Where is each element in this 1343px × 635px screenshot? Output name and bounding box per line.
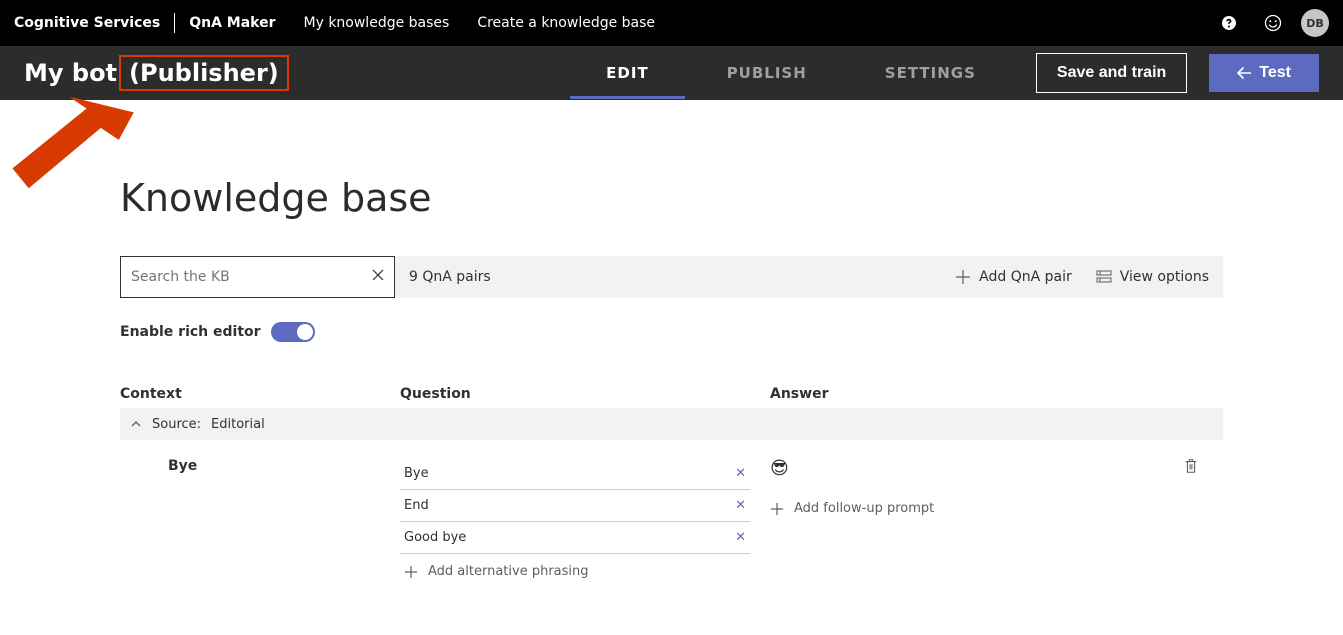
plus-icon [955, 269, 971, 285]
global-header: Cognitive Services QnA Maker My knowledg… [0, 0, 1343, 46]
delete-icon[interactable] [1183, 458, 1199, 474]
question-text: End [404, 498, 429, 513]
search-input[interactable] [131, 269, 372, 285]
question-item[interactable]: End ✕ [400, 490, 750, 522]
tab-settings[interactable]: SETTINGS [885, 48, 976, 98]
save-and-train-button[interactable]: Save and train [1036, 53, 1187, 93]
view-options-label: View options [1120, 269, 1209, 285]
nav-my-kbs[interactable]: My knowledge bases [304, 15, 450, 31]
view-options-icon [1096, 269, 1112, 285]
question-item[interactable]: Bye ✕ [400, 458, 750, 490]
plus-icon [770, 502, 784, 516]
test-button-label: Test [1259, 64, 1291, 82]
column-header-answer: Answer [770, 386, 1223, 402]
remove-question-icon[interactable]: ✕ [735, 466, 746, 481]
question-item[interactable]: Good bye ✕ [400, 522, 750, 554]
search-input-wrapper [120, 256, 395, 298]
pair-count-label: 9 QnA pairs [409, 269, 491, 285]
context-cell: Bye [120, 458, 400, 589]
question-text: Good bye [404, 530, 466, 545]
help-icon[interactable] [1207, 1, 1251, 45]
add-qna-pair-label: Add QnA pair [979, 269, 1072, 285]
chevron-up-icon [130, 418, 142, 430]
remove-question-icon[interactable]: ✕ [735, 498, 746, 513]
add-qna-pair-button[interactable]: Add QnA pair [955, 269, 1072, 285]
question-text: Bye [404, 466, 429, 481]
remove-question-icon[interactable]: ✕ [735, 530, 746, 545]
plus-icon [404, 565, 418, 579]
kb-name: My bot [24, 59, 117, 87]
source-row[interactable]: Source: Editorial [120, 408, 1223, 440]
qna-row: Bye Bye ✕ End ✕ Good bye ✕ [120, 440, 1223, 589]
question-cell: Bye ✕ End ✕ Good bye ✕ Add alternative p… [400, 458, 770, 589]
tab-publish[interactable]: PUBLISH [727, 48, 807, 98]
answer-content: 😎 [770, 458, 1183, 479]
user-avatar[interactable]: DB [1301, 9, 1329, 37]
nav-create-kb[interactable]: Create a knowledge base [477, 15, 655, 31]
add-alternative-phrasing-button[interactable]: Add alternative phrasing [400, 554, 770, 589]
main-content: Knowledge base 9 QnA pairs Add QnA pair … [0, 176, 1343, 589]
kb-toolbar: 9 QnA pairs Add QnA pair View options [120, 256, 1223, 298]
feedback-smile-icon[interactable] [1251, 1, 1295, 45]
column-header-question: Question [400, 386, 770, 402]
view-options-button[interactable]: View options [1096, 269, 1209, 285]
header-divider [174, 13, 175, 33]
kb-tabs: EDIT PUBLISH SETTINGS [606, 48, 976, 98]
brand-label[interactable]: Cognitive Services [14, 15, 160, 31]
test-button[interactable]: Test [1209, 54, 1319, 92]
tab-edit[interactable]: EDIT [606, 48, 649, 98]
add-followup-prompt-button[interactable]: Add follow-up prompt [770, 501, 1183, 516]
source-prefix: Source: [152, 417, 201, 432]
add-alt-label: Add alternative phrasing [428, 564, 589, 579]
page-title: Knowledge base [120, 176, 1223, 220]
add-follow-label: Add follow-up prompt [794, 501, 934, 516]
rich-editor-label: Enable rich editor [120, 324, 261, 340]
answer-cell[interactable]: 😎 Add follow-up prompt [770, 458, 1183, 589]
product-label[interactable]: QnA Maker [189, 15, 275, 31]
kb-header: My bot (Publisher) EDIT PUBLISH SETTINGS… [0, 46, 1343, 100]
kb-role-badge: (Publisher) [119, 55, 289, 91]
rich-editor-toggle[interactable] [271, 322, 315, 342]
column-header-context: Context [120, 386, 400, 402]
clear-search-icon[interactable] [372, 269, 384, 285]
source-name: Editorial [211, 417, 265, 432]
arrow-left-icon [1237, 67, 1251, 79]
